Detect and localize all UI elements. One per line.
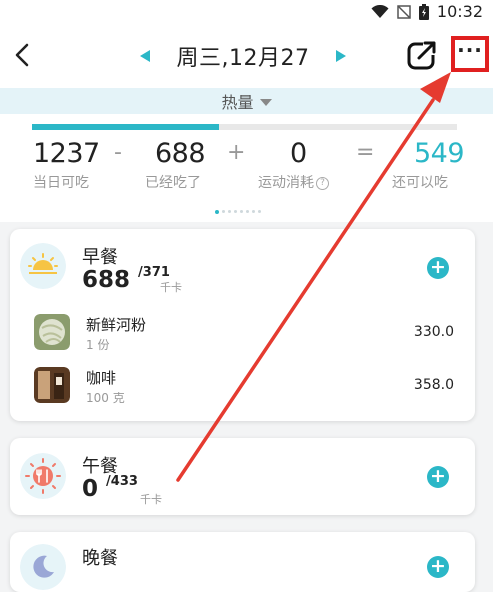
signal-blocked-icon bbox=[397, 4, 411, 19]
breakfast-cal-value: 688 bbox=[82, 267, 131, 293]
remaining-label: 还可以吃 bbox=[392, 175, 448, 191]
lunch-cal-value: 0 bbox=[82, 476, 99, 502]
food-quantity: 100 克 bbox=[86, 391, 125, 405]
page-dot bbox=[215, 210, 219, 214]
dinner-card: 晚餐 + bbox=[10, 532, 475, 592]
calorie-progress-bar bbox=[32, 124, 457, 130]
status-bar: 10:32 bbox=[0, 0, 493, 24]
food-name: 咖啡 bbox=[86, 369, 117, 387]
equals-operator: = bbox=[356, 140, 375, 165]
page-dot bbox=[252, 210, 255, 213]
calorie-summary: 1237 当日可吃 - 688 已经吃了 + 0 运动消耗? = 549 还可以… bbox=[0, 114, 493, 222]
add-lunch-button[interactable]: + bbox=[427, 466, 449, 488]
dinner-title: 晚餐 bbox=[82, 548, 118, 569]
info-icon[interactable]: ? bbox=[316, 176, 329, 190]
exercise-label: 运动消耗 bbox=[258, 175, 314, 191]
page-dot bbox=[234, 210, 237, 213]
food-quantity: 1 份 bbox=[86, 338, 110, 352]
eaten-stat: 688 已经吃了 bbox=[145, 138, 206, 192]
breakfast-card: 早餐 688 /371 千卡 + 新鲜河粉 1 份 330.0 咖啡 100 克… bbox=[10, 229, 475, 421]
daily-allowed-value: 1237 bbox=[33, 138, 100, 169]
more-icon: ··· bbox=[457, 38, 483, 62]
lunch-unit: 千卡 bbox=[140, 493, 162, 506]
remaining-stat: 549 还可以吃 bbox=[392, 138, 465, 192]
wifi-icon bbox=[371, 4, 389, 18]
page-dot bbox=[246, 210, 249, 213]
food-thumbnail bbox=[34, 314, 70, 350]
food-item[interactable]: 新鲜河粉 1 份 330.0 bbox=[34, 314, 454, 354]
page-dot bbox=[228, 210, 231, 213]
breakfast-calories: 688 /371 bbox=[82, 265, 170, 293]
lunch-card: 午餐 0 /433 千卡 + bbox=[10, 438, 475, 515]
next-arrow-icon[interactable] bbox=[334, 49, 348, 63]
exercise-stat: 0 运动消耗? bbox=[258, 138, 329, 192]
breakfast-target: /371 bbox=[138, 265, 170, 280]
battery-charging-icon bbox=[418, 3, 429, 20]
daily-allowed-label: 当日可吃 bbox=[33, 175, 89, 191]
sunrise-icon bbox=[20, 243, 66, 289]
food-name: 新鲜河粉 bbox=[86, 316, 147, 334]
exercise-label-wrap[interactable]: 运动消耗? bbox=[258, 172, 329, 192]
minus-operator: - bbox=[114, 140, 122, 165]
back-icon[interactable] bbox=[10, 42, 36, 68]
breakfast-title: 早餐 bbox=[82, 247, 118, 268]
lunch-calories: 0 /433 bbox=[82, 474, 138, 502]
app-header: 周三,12月27 ··· bbox=[0, 24, 493, 88]
page-dot bbox=[240, 210, 243, 213]
breakfast-unit: 千卡 bbox=[160, 281, 182, 294]
eaten-value: 688 bbox=[155, 138, 206, 169]
metric-selector[interactable]: 热量 bbox=[0, 88, 493, 114]
lunch-target: /433 bbox=[106, 474, 138, 489]
more-options-button[interactable]: ··· bbox=[451, 36, 489, 72]
plus-operator: + bbox=[227, 140, 246, 165]
calorie-progress-fill bbox=[32, 124, 219, 130]
dropdown-arrow-icon bbox=[259, 98, 272, 106]
prev-arrow-icon[interactable] bbox=[138, 49, 152, 63]
daily-allowed-stat: 1237 当日可吃 bbox=[33, 138, 100, 192]
eaten-label: 已经吃了 bbox=[145, 175, 201, 191]
status-time: 10:32 bbox=[436, 2, 483, 21]
page-indicator bbox=[215, 210, 261, 214]
page-dot bbox=[258, 210, 261, 213]
remaining-value: 549 bbox=[414, 138, 465, 169]
share-icon[interactable] bbox=[406, 39, 438, 71]
add-breakfast-button[interactable]: + bbox=[427, 257, 449, 279]
lunch-icon bbox=[20, 453, 66, 499]
food-thumbnail bbox=[34, 367, 70, 403]
metric-label: 热量 bbox=[221, 93, 254, 112]
page-dot bbox=[222, 210, 225, 213]
exercise-value: 0 bbox=[290, 138, 307, 169]
food-item[interactable]: 咖啡 100 克 358.0 bbox=[34, 367, 454, 407]
food-calories: 358.0 bbox=[413, 377, 454, 393]
food-calories: 330.0 bbox=[413, 324, 454, 340]
date-navigator: 周三,12月27 bbox=[138, 40, 348, 72]
add-dinner-button[interactable]: + bbox=[427, 556, 449, 578]
moon-icon bbox=[20, 544, 66, 590]
status-icons: 10:32 bbox=[371, 2, 483, 21]
date-label[interactable]: 周三,12月27 bbox=[177, 40, 310, 72]
